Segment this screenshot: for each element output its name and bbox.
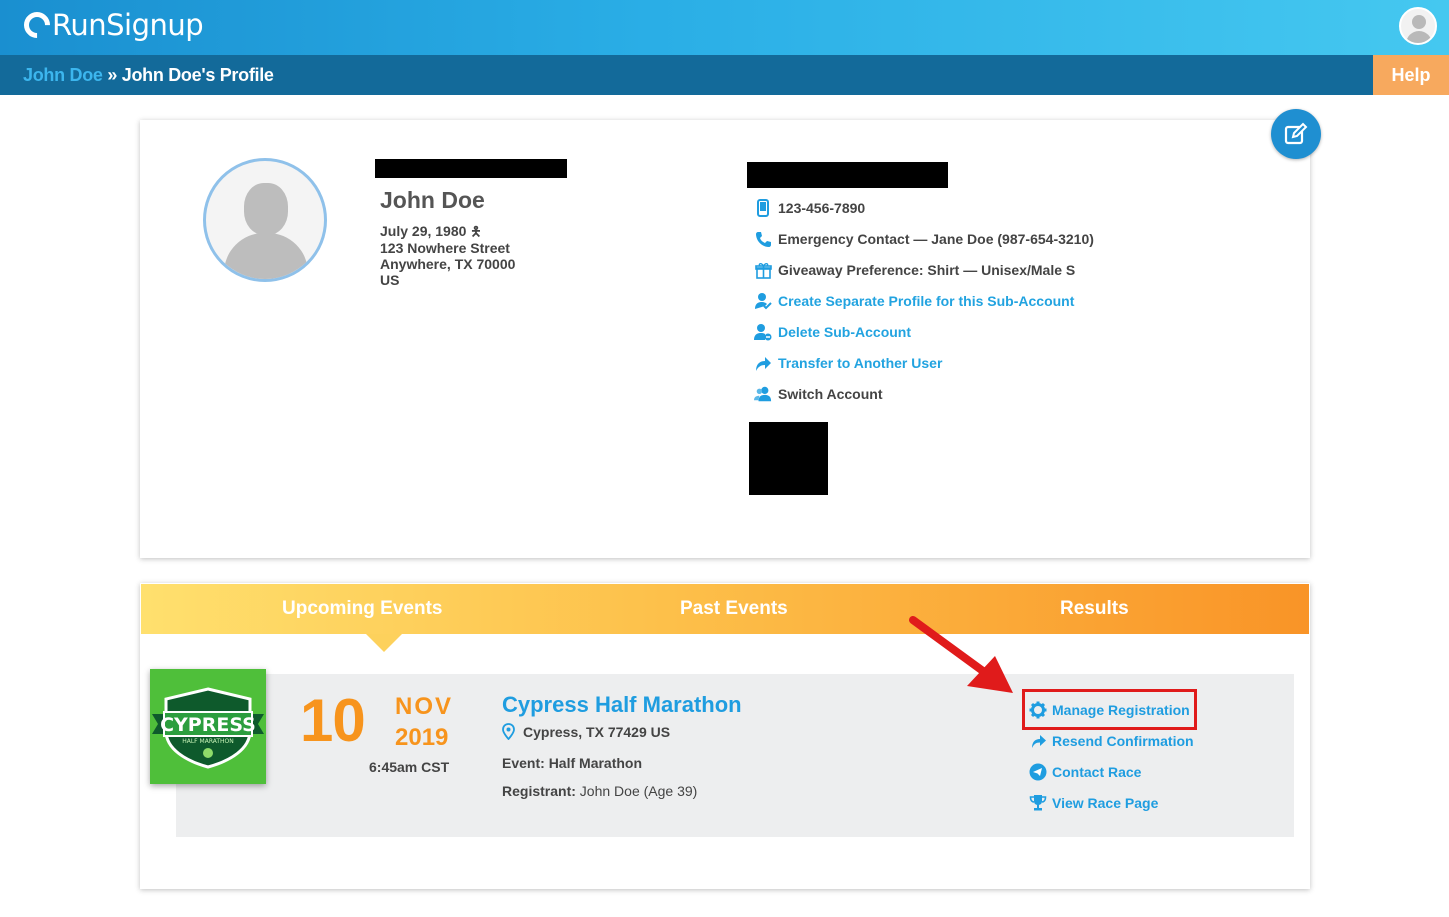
reply-arrow-icon [1029,732,1047,750]
view-race-page-label: View Race Page [1052,795,1159,811]
event-year: 2019 [395,724,449,751]
transfer-user-label: Transfer to Another User [778,355,943,371]
tab-upcoming-events[interactable]: Upcoming Events [282,598,442,620]
race-registrant-value: John Doe (Age 39) [579,783,698,799]
breadcrumb-link-user[interactable]: John Doe [23,65,103,85]
event-month: NOV [395,693,454,720]
race-location-text: Cypress, TX 77429 US [523,723,671,740]
send-icon [1029,763,1047,781]
edit-profile-button[interactable] [1271,109,1321,159]
redacted-block [375,159,567,178]
mobile-phone-icon [754,198,772,218]
gift-icon [754,260,772,280]
user-check-icon [754,291,772,311]
resend-confirmation-label: Resend Confirmation [1052,733,1194,749]
help-button[interactable]: Help [1373,55,1449,95]
resend-confirmation-link[interactable]: Resend Confirmation [1029,731,1194,751]
race-event-value: Half Marathon [548,755,643,771]
user-minus-icon [754,322,772,342]
runsignup-logo[interactable]: RunSignup [18,6,204,44]
tab-results[interactable]: Results [1060,598,1129,620]
race-event: Event: Half Marathon [502,755,642,771]
map-pin-icon [502,723,515,740]
race-registrant: Registrant: John Doe (Age 39) [502,783,697,799]
phone-row: 123-456-7890 [754,198,865,218]
logo-mark-icon [18,6,56,44]
annotation-highlight-box [1022,689,1197,730]
edit-icon [1284,122,1308,145]
users-icon [754,384,772,404]
giveaway-row: Giveaway Preference: Shirt — Unisex/Male… [754,260,1075,280]
redacted-block [749,422,828,495]
active-tab-pointer [366,634,402,652]
user-avatar-icon[interactable] [1399,7,1437,45]
logo-text: RunSignup [52,8,204,42]
switch-account-label: Switch Account [778,386,883,402]
switch-account-link[interactable]: Switch Account [754,384,883,404]
address-line1: 123 Nowhere Street [380,240,510,256]
event-time: 6:45am CST [369,759,450,775]
emergency-contact-row: Emergency Contact — Jane Doe (987-654-32… [754,229,1094,249]
phone-number: 123-456-7890 [778,200,866,216]
delete-sub-account-label: Delete Sub-Account [778,324,912,340]
emergency-contact-text: Emergency Contact — Jane Doe (987-654-32… [778,231,1094,247]
event-day: 10 [300,687,366,754]
transfer-user-link[interactable]: Transfer to Another User [754,353,942,373]
breadcrumb-bar: John Doe » John Doe's Profile [0,55,1449,95]
address-country: US [380,272,400,288]
profile-name: John Doe [380,187,485,213]
breadcrumb-current: John Doe's Profile [121,65,274,85]
create-separate-profile-link[interactable]: Create Separate Profile for this Sub-Acc… [754,291,1074,311]
trophy-icon [1029,794,1047,812]
race-event-label: Event: [502,755,545,771]
race-logo[interactable]: CYPRESS HALF MARATHON [150,669,266,784]
race-logo-text: CYPRESS [160,714,256,736]
redacted-block [747,162,948,188]
delete-sub-account-link[interactable]: Delete Sub-Account [754,322,911,342]
annotation-arrow-icon [909,616,1013,693]
male-icon: 🯅 [470,224,482,239]
dob-line: July 29, 1980 🯅 [380,223,515,240]
breadcrumb: John Doe » John Doe's Profile [23,65,274,86]
race-logo-subtext: HALF MARATHON [182,738,234,745]
share-arrow-icon [754,353,772,373]
profile-dob: July 29, 1980 [380,223,467,239]
profile-avatar [203,158,327,282]
race-title-link[interactable]: Cypress Half Marathon [502,692,742,718]
tab-past-events[interactable]: Past Events [680,598,788,620]
profile-address: July 29, 1980 🯅 123 Nowhere Street Anywh… [380,223,515,288]
events-tabs: Upcoming Events Past Events Results [141,584,1309,634]
race-location: Cypress, TX 77429 US [502,723,670,740]
top-header: RunSignup [0,0,1449,55]
contact-race-link[interactable]: Contact Race [1029,762,1141,782]
breadcrumb-separator: » [107,65,118,85]
contact-race-label: Contact Race [1052,764,1142,780]
create-separate-profile-label: Create Separate Profile for this Sub-Acc… [778,293,1075,309]
view-race-page-link[interactable]: View Race Page [1029,793,1158,813]
race-registrant-label: Registrant: [502,783,576,799]
phone-icon [754,229,772,249]
giveaway-text: Giveaway Preference: Shirt — Unisex/Male… [778,262,1076,278]
address-line2: Anywhere, TX 70000 [380,256,516,272]
